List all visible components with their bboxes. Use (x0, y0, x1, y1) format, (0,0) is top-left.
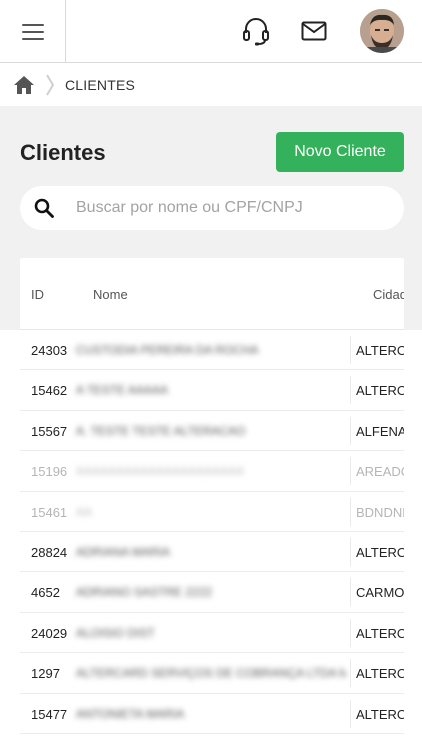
main-content: Clientes Novo Cliente ID Nome Cidade 243… (0, 106, 422, 750)
clients-table: ID Nome Cidade 24303 CUSTODIA PEREIRA DA … (20, 258, 404, 750)
cell-city: CARMO (356, 585, 404, 601)
column-divider (350, 578, 351, 607)
table-row[interactable]: 15477 ANTONIETA MARIA ALTEROSA (20, 694, 404, 734)
table-body: 24303CUSTODIA PEREIRA DA ROCHAALTEROSA15… (20, 330, 404, 734)
support-button[interactable] (239, 14, 273, 48)
column-header-cidade[interactable]: Cidade (373, 287, 404, 302)
table-row[interactable]: 24029 ALOISIO DIST ALTEROSA (20, 613, 404, 654)
cell-id: 15196 (31, 464, 68, 480)
cell-id: 15477 (31, 706, 68, 722)
column-divider (350, 537, 351, 566)
column-divider (350, 618, 351, 647)
table-row[interactable]: 15462 A TESTE AAAAA ALTEROSA (20, 370, 404, 411)
cell-name: A TESTE AAAAA (76, 383, 168, 398)
cell-name: ADRIANO SASTRE 2222 (76, 585, 213, 600)
cell-city: ALFENAS (356, 423, 404, 439)
cell-name: CUSTODIA PEREIRA DA ROCHA (76, 343, 259, 357)
cell-name: AA (76, 504, 93, 519)
cell-id: 15462 (31, 383, 68, 399)
column-divider (350, 457, 351, 486)
avatar-image (360, 9, 404, 53)
top-bar (0, 0, 422, 63)
column-divider (350, 416, 351, 445)
breadcrumb: CLIENTES (0, 64, 422, 106)
cell-city: BDNDNDN (356, 504, 404, 520)
cell-id: 24029 (31, 625, 68, 641)
search-bar[interactable] (20, 186, 404, 230)
cell-name: ALOISIO DIST (76, 625, 155, 640)
breadcrumb-current: CLIENTES (65, 77, 136, 93)
column-header-nome[interactable]: Nome (93, 287, 128, 302)
cell-name: ANTONIETA MARIA (76, 706, 185, 721)
table-row[interactable]: 1297 ALTERCARD SERVIÇOS DE COBRANÇA LTDA … (20, 653, 404, 694)
cell-city: ALTEROSA (356, 383, 404, 399)
table-header: ID Nome Cidade (20, 258, 404, 330)
cell-name: A. TESTE TESTE ALTERACAO (76, 423, 246, 438)
table-row[interactable]: 15196 AAAAAAAAAAAAAAAAAAAAA AREADO (20, 451, 404, 492)
chevron-right-icon (46, 74, 55, 96)
cell-city: ALTEROSA (356, 343, 404, 358)
user-avatar[interactable] (360, 9, 404, 53)
cell-id: 1297 (31, 666, 60, 682)
column-divider (350, 659, 351, 688)
mail-button[interactable] (297, 14, 331, 48)
cell-name: ALTERCARD SERVIÇOS DE COBRANÇA LTDA M (76, 666, 346, 681)
new-client-button[interactable]: Novo Cliente (276, 132, 404, 172)
cell-city: ALTEROSA (356, 666, 404, 682)
page-title: Clientes (20, 140, 106, 165)
home-icon[interactable] (13, 75, 35, 95)
cell-name: AAAAAAAAAAAAAAAAAAAAA (76, 464, 245, 479)
column-divider (350, 497, 351, 526)
cell-id: 4652 (31, 585, 60, 601)
menu-button[interactable] (0, 0, 66, 63)
column-header-id[interactable]: ID (31, 287, 44, 302)
column-divider (350, 336, 351, 364)
cell-id: 28824 (31, 544, 68, 560)
column-divider (350, 376, 351, 405)
table-row[interactable]: 28824 ADRIANA MARIA ALTEROSA (20, 532, 404, 573)
headset-icon (243, 18, 269, 46)
table-row[interactable]: 15461 AA BDNDNDN (20, 492, 404, 532)
search-input[interactable] (76, 199, 386, 217)
cell-city: AREADO (356, 464, 404, 480)
search-icon (34, 198, 54, 218)
cell-id: 15461 (31, 504, 68, 520)
cell-city: ALTEROSA (356, 625, 404, 641)
cell-city: ALTEROSA (356, 544, 404, 560)
cell-id: 15567 (31, 423, 68, 439)
mail-icon (301, 21, 327, 41)
table-row[interactable]: 4652 ADRIANO SASTRE 2222 CARMO (20, 572, 404, 613)
cell-city: ALTEROSA (356, 706, 404, 722)
cell-id: 24303 (31, 343, 68, 358)
hamburger-menu-icon (21, 23, 44, 40)
cell-name: ADRIANA MARIA (76, 544, 171, 559)
table-row[interactable]: 24303 CUSTODIA PEREIRA DA ROCHA ALTEROSA (20, 330, 404, 371)
table-row[interactable]: 15567 A. TESTE TESTE ALTERACAO ALFENAS (20, 411, 404, 452)
column-divider (350, 699, 351, 728)
